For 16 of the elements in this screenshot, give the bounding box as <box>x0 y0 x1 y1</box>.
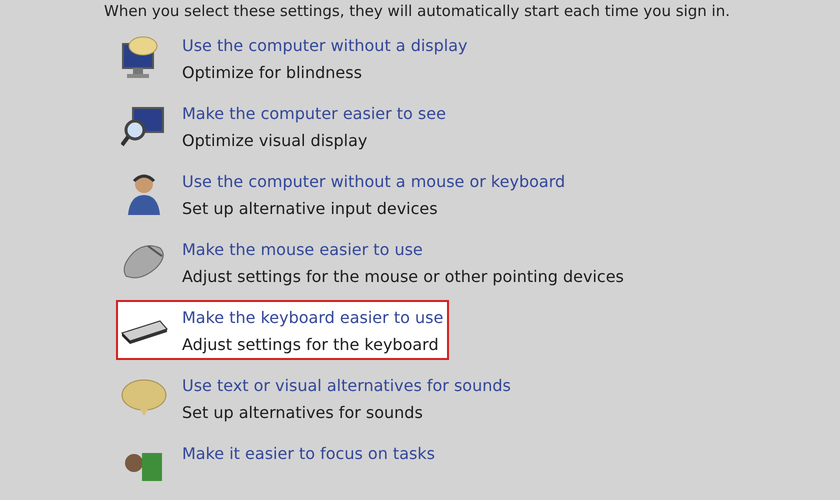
speech-bubble-icon <box>120 378 168 418</box>
setting-link[interactable]: Make the mouse easier to use <box>182 240 624 259</box>
setting-description: Set up alternative input devices <box>182 199 439 218</box>
setting-link[interactable]: Make it easier to focus on tasks <box>182 444 435 463</box>
setting-description: Set up alternatives for sounds <box>182 403 424 422</box>
setting-link[interactable]: Use text or visual alternatives for sounds <box>182 376 511 395</box>
setting-link[interactable]: Make the computer easier to see <box>182 104 446 123</box>
setting-link[interactable]: Use the computer without a mouse or keyboard <box>182 172 566 191</box>
setting-description: Optimize for blindness <box>182 63 363 82</box>
setting-description: Optimize visual display <box>182 131 368 150</box>
setting-description: Adjust settings for the keyboard <box>182 335 440 354</box>
monitor-magnifier-icon <box>121 104 167 148</box>
setting-link[interactable]: Make the keyboard easier to use <box>182 308 444 327</box>
intro-text: When you select these settings, they will automatically start each time you sign in. <box>104 2 731 20</box>
setting-description: Adjust settings for the mouse or other pointing devices <box>182 267 624 286</box>
setting-link[interactable]: Use the computer without a display <box>182 36 468 55</box>
